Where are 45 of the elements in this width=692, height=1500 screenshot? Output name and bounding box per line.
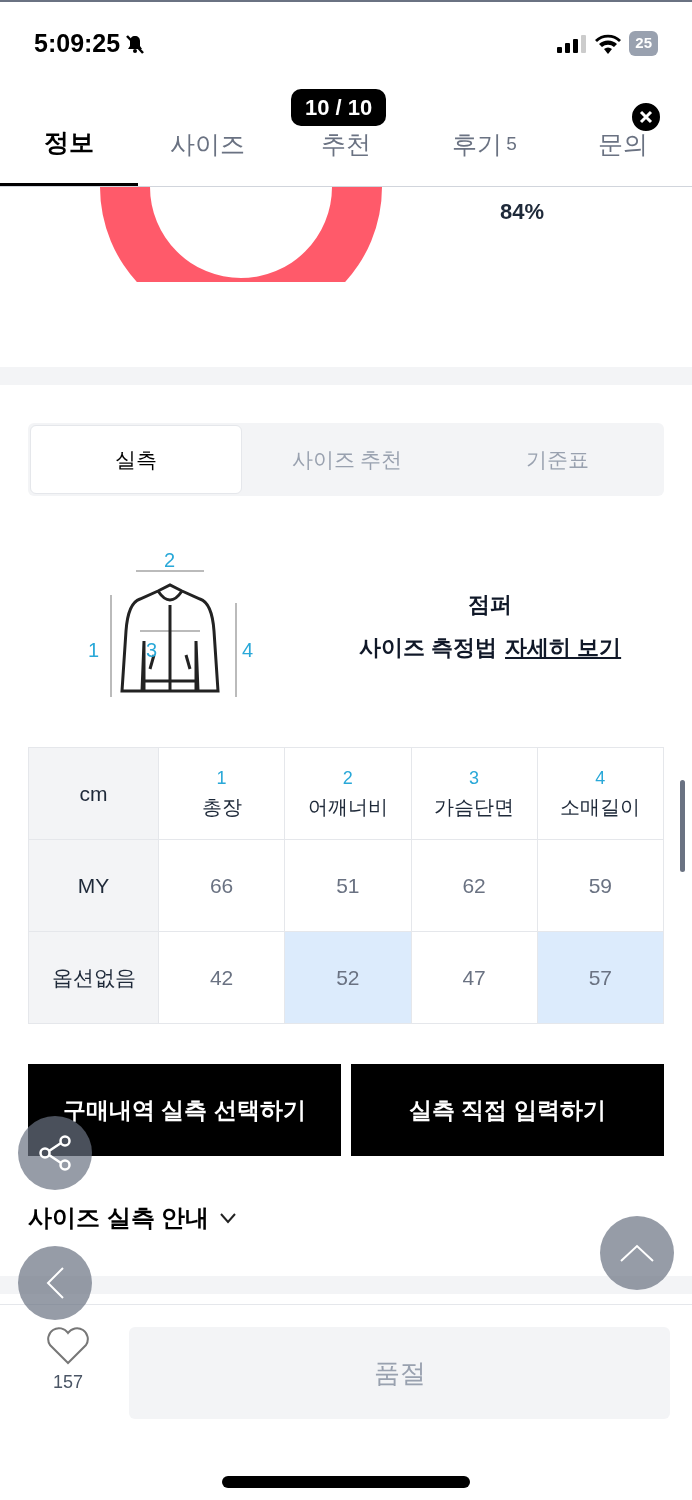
measure-number: 4	[242, 638, 254, 663]
table-cell: 57	[537, 932, 664, 1024]
category-label: 점퍼	[468, 591, 512, 619]
row-header-cell: MY	[29, 840, 159, 932]
image-counter: 10 / 10	[291, 89, 387, 126]
column-header: 총장	[201, 795, 242, 820]
table-cell: 47	[411, 932, 538, 1024]
table-cell: 42	[159, 932, 286, 1024]
column-number: 1	[216, 767, 227, 790]
column-number: 2	[342, 767, 353, 790]
tab[interactable]: 문의	[553, 85, 692, 186]
action-button[interactable]: 실측 직접 입력하기	[351, 1064, 664, 1156]
tab[interactable]: 후기 5	[415, 85, 554, 186]
table-cell: 51	[285, 840, 412, 932]
close-icon	[639, 110, 653, 124]
guide-label: 사이즈 측정법	[358, 634, 497, 662]
tab[interactable]: 사이즈	[138, 85, 277, 186]
percent-label: 84%	[500, 198, 545, 226]
row-header-cell: 옵션없음	[29, 932, 159, 1024]
column-header: 소매길이	[560, 795, 641, 820]
table-cell: 59	[537, 840, 664, 932]
column-header: 가슴단면	[434, 795, 515, 820]
table-cell: 52	[285, 932, 412, 1024]
segment-tab[interactable]: 실측	[30, 425, 242, 494]
action-button[interactable]: 구매내역 실측 선택하기	[28, 1064, 341, 1156]
heart-icon	[46, 1327, 90, 1365]
column-header: 어깨너비	[307, 795, 388, 820]
signal-icon	[557, 34, 588, 53]
size-guide-toggle[interactable]: 사이즈 실측 안내	[28, 1200, 238, 1236]
column-number: 4	[595, 767, 606, 790]
table-header-cell: cm	[29, 748, 159, 840]
table-cell: 66	[159, 840, 286, 932]
detail-link[interactable]: 자세히 보기	[505, 631, 622, 664]
measure-number: 2	[164, 548, 176, 573]
measure-number: 3	[146, 638, 158, 663]
wifi-icon	[595, 33, 622, 54]
status-time: 5:09:25	[34, 27, 121, 59]
battery-indicator: 25	[629, 31, 658, 56]
caret-up-icon	[619, 1243, 655, 1263]
back-icon	[45, 1266, 65, 1300]
chevron-icon	[219, 1211, 238, 1225]
measure-number: 1	[88, 638, 100, 663]
share-icon	[37, 1134, 73, 1172]
table-cell: 62	[411, 840, 538, 932]
column-number: 3	[469, 767, 480, 790]
